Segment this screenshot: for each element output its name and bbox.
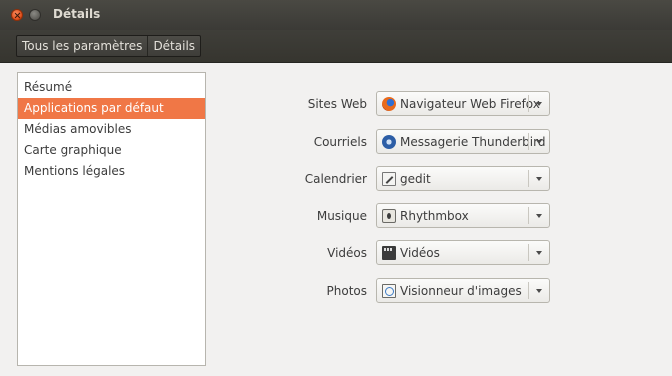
combo-separator — [528, 244, 529, 261]
calendar-label: Calendrier — [304, 172, 367, 186]
sidebar: Résumé Applications par défaut Médias am… — [17, 72, 206, 366]
title-bar: Détails — [0, 0, 672, 30]
video-player-value: Vidéos — [400, 245, 440, 260]
minimize-icon[interactable] — [29, 9, 41, 21]
calendar-value: gedit — [400, 171, 431, 186]
photos-label: Photos — [326, 284, 367, 298]
breadcrumb-all-settings[interactable]: Tous les paramètres — [17, 36, 147, 56]
gedit-icon — [382, 171, 396, 186]
video-label: Vidéos — [327, 246, 367, 260]
chevron-down-icon[interactable] — [536, 140, 542, 144]
web-label: Sites Web — [307, 97, 367, 111]
chevron-down-icon[interactable] — [536, 177, 542, 181]
window-title: Détails — [53, 7, 101, 21]
sidebar-item-legal-notice[interactable]: Mentions légales — [18, 161, 205, 182]
combo-separator — [528, 282, 529, 299]
breadcrumb-details[interactable]: Détails — [147, 36, 200, 56]
sidebar-item-default-applications[interactable]: Applications par défaut — [18, 98, 205, 119]
web-browser-value: Navigateur Web Firefox — [400, 96, 540, 111]
image-viewer-icon — [382, 283, 396, 298]
music-player-select[interactable]: Rhythmbox — [376, 203, 550, 228]
sidebar-item-summary[interactable]: Résumé — [18, 77, 205, 98]
photo-viewer-value: Visionneur d'images — [400, 283, 522, 298]
rhythmbox-icon — [382, 208, 396, 223]
mail-label: Courriels — [313, 135, 367, 149]
combo-separator — [528, 170, 529, 187]
firefox-icon — [382, 96, 396, 111]
video-player-select[interactable]: Vidéos — [376, 240, 550, 265]
chevron-down-icon[interactable] — [536, 102, 542, 106]
toolbar: Tous les paramètres Détails — [0, 30, 672, 63]
music-player-value: Rhythmbox — [400, 208, 469, 223]
mail-client-value: Messagerie Thunderbird — [400, 134, 546, 149]
sidebar-item-graphics[interactable]: Carte graphique — [18, 140, 205, 161]
web-browser-select[interactable]: Navigateur Web Firefox — [376, 91, 550, 116]
breadcrumb: Tous les paramètres Détails — [16, 35, 202, 57]
mail-client-select[interactable]: Messagerie Thunderbird — [376, 129, 550, 154]
chevron-down-icon[interactable] — [536, 251, 542, 255]
photo-viewer-select[interactable]: Visionneur d'images — [376, 278, 550, 303]
calendar-select[interactable]: gedit — [376, 166, 550, 191]
chevron-down-icon[interactable] — [536, 214, 542, 218]
chevron-down-icon[interactable] — [536, 289, 542, 293]
combo-separator — [528, 95, 529, 112]
combo-separator — [528, 207, 529, 224]
combo-separator — [528, 133, 529, 150]
thunderbird-icon — [382, 134, 396, 149]
close-icon[interactable] — [11, 9, 23, 21]
videos-icon — [382, 245, 396, 260]
sidebar-item-removable-media[interactable]: Médias amovibles — [18, 119, 205, 140]
music-label: Musique — [316, 209, 367, 223]
